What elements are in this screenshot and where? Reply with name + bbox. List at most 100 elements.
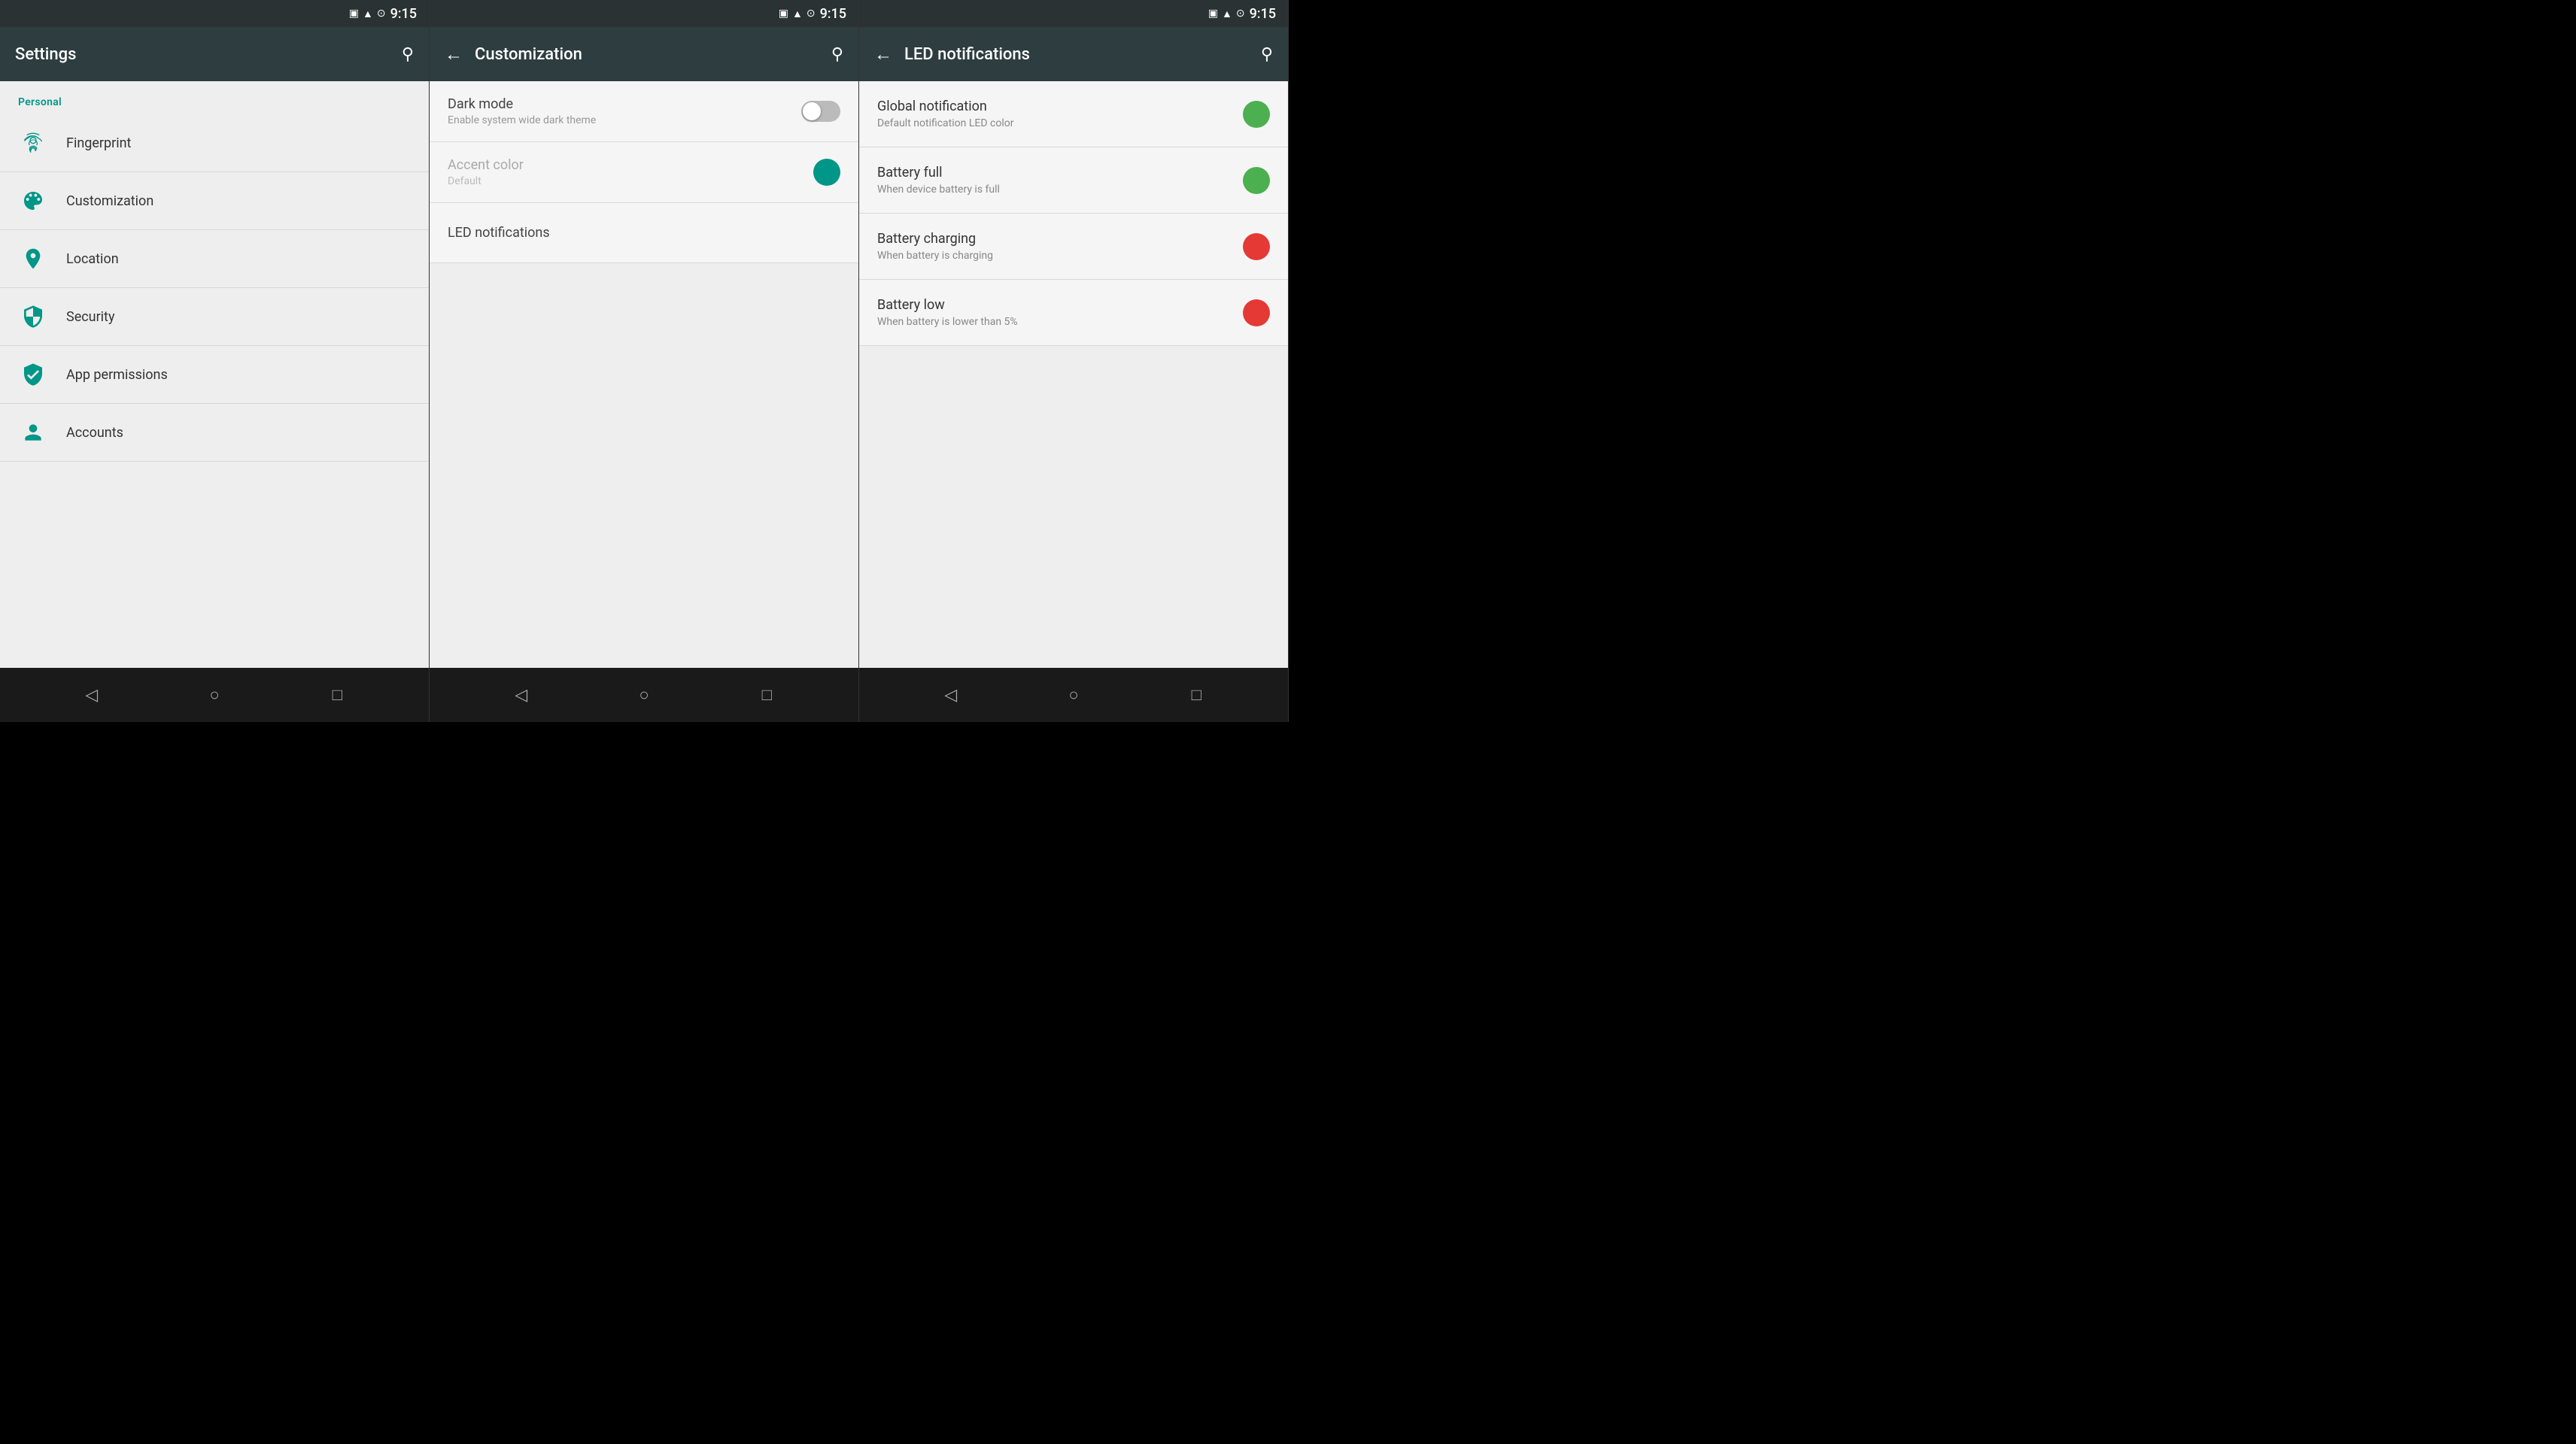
dark-mode-toggle-thumb (803, 102, 821, 120)
settings-top-bar: Settings ⚲ (0, 27, 429, 81)
battery-icon-3: ⊙ (1236, 8, 1245, 20)
led-top-bar: ← LED notifications ⚲ (859, 27, 1288, 81)
app-permissions-label: App permissions (66, 367, 168, 383)
accounts-icon (18, 417, 48, 447)
led-notifications-text: LED notifications (448, 225, 550, 241)
personal-section-label: Personal (0, 81, 429, 114)
global-notification-title: Global notification (877, 99, 1013, 114)
led-search-button[interactable]: ⚲ (1261, 45, 1273, 64)
dark-mode-toggle[interactable] (801, 101, 840, 122)
battery-full-subtitle: When device battery is full (877, 184, 1000, 196)
battery-charging-title: Battery charging (877, 231, 993, 247)
nav-bar-1: ◁ ○ □ (0, 668, 429, 722)
time-display-1: 9:15 (390, 6, 417, 22)
time-display-3: 9:15 (1250, 6, 1276, 22)
image-icon-3: ▣ (1208, 8, 1218, 20)
sidebar-item-security[interactable]: Security (0, 288, 429, 346)
led-back-button[interactable]: ← (874, 44, 892, 65)
led-notifications-row[interactable]: LED notifications (430, 203, 858, 263)
back-button-1[interactable]: ◁ (73, 676, 111, 714)
accent-color-title: Accent color (448, 157, 524, 173)
customization-top-bar: ← Customization ⚲ (430, 27, 858, 81)
dark-mode-subtitle: Enable system wide dark theme (448, 114, 596, 126)
status-icons-3: ▣ ▲ ⊙ (1208, 8, 1245, 20)
dark-mode-text: Dark mode Enable system wide dark theme (448, 96, 596, 126)
battery-low-text: Battery low When battery is lower than 5… (877, 297, 1018, 328)
home-button-2[interactable]: ○ (625, 676, 663, 714)
battery-low-led[interactable] (1243, 299, 1270, 326)
dark-mode-title: Dark mode (448, 96, 596, 112)
led-content: Global notification Default notification… (859, 81, 1288, 668)
fingerprint-icon (18, 128, 48, 158)
battery-charging-text: Battery charging When battery is chargin… (877, 231, 993, 262)
accent-color-text: Accent color Default (448, 157, 524, 187)
security-icon (18, 302, 48, 332)
time-display-2: 9:15 (820, 6, 846, 22)
settings-content: Personal Fingerprint Customization Locat… (0, 81, 429, 668)
accent-color-dot[interactable] (813, 159, 840, 186)
recents-button-3[interactable]: □ (1177, 676, 1215, 714)
signal-icon-3: ▲ (1222, 8, 1232, 20)
settings-search-button[interactable]: ⚲ (402, 45, 414, 64)
sidebar-item-accounts[interactable]: Accounts (0, 404, 429, 462)
dark-mode-row[interactable]: Dark mode Enable system wide dark theme (430, 81, 858, 142)
battery-charging-subtitle: When battery is charging (877, 250, 993, 262)
status-bar-1: ▣ ▲ ⊙ 9:15 (0, 0, 429, 27)
settings-title: Settings (15, 45, 390, 64)
back-button-3[interactable]: ◁ (932, 676, 970, 714)
global-notification-subtitle: Default notification LED color (877, 117, 1013, 129)
customization-title: Customization (475, 45, 819, 64)
battery-full-led[interactable] (1243, 167, 1270, 194)
back-button-2[interactable]: ◁ (503, 676, 540, 714)
recents-button-2[interactable]: □ (748, 676, 785, 714)
battery-low-title: Battery low (877, 297, 1018, 313)
security-label: Security (66, 309, 114, 325)
accent-color-row[interactable]: Accent color Default (430, 142, 858, 203)
nav-bar-3: ◁ ○ □ (859, 668, 1288, 722)
global-notification-text: Global notification Default notification… (877, 99, 1013, 129)
led-notifications-title: LED notifications (448, 225, 550, 241)
battery-charging-led[interactable] (1243, 233, 1270, 260)
customization-back-button[interactable]: ← (445, 44, 463, 65)
sidebar-item-location[interactable]: Location (0, 230, 429, 288)
accounts-label: Accounts (66, 425, 123, 441)
customization-label: Customization (66, 193, 153, 209)
led-notifications-screen: ▣ ▲ ⊙ 9:15 ← LED notifications ⚲ Global … (859, 0, 1289, 722)
led-title: LED notifications (904, 45, 1249, 64)
settings-screen: ▣ ▲ ⊙ 9:15 Settings ⚲ Personal Fingerpri… (0, 0, 430, 722)
signal-icon: ▲ (363, 8, 373, 20)
battery-icon: ⊙ (377, 8, 386, 20)
customization-content: Dark mode Enable system wide dark theme … (430, 81, 858, 668)
battery-full-text: Battery full When device battery is full (877, 165, 1000, 196)
global-notification-row[interactable]: Global notification Default notification… (859, 81, 1288, 147)
home-button-1[interactable]: ○ (196, 676, 233, 714)
vibrate-icon: ▣ (349, 8, 359, 20)
accent-color-subtitle: Default (448, 175, 524, 187)
sidebar-item-app-permissions[interactable]: App permissions (0, 346, 429, 404)
vibrate-icon-2: ▣ (779, 8, 788, 20)
global-notification-led[interactable] (1243, 101, 1270, 128)
battery-icon-2: ⊙ (807, 8, 816, 20)
battery-low-subtitle: When battery is lower than 5% (877, 316, 1018, 328)
status-icons-2: ▣ ▲ ⊙ (779, 8, 816, 20)
location-icon (18, 244, 48, 274)
status-bar-3: ▣ ▲ ⊙ 9:15 (859, 0, 1288, 27)
status-icons-1: ▣ ▲ ⊙ (349, 8, 386, 20)
customization-icon (18, 186, 48, 216)
sidebar-item-customization[interactable]: Customization (0, 172, 429, 230)
battery-full-title: Battery full (877, 165, 1000, 180)
status-bar-2: ▣ ▲ ⊙ 9:15 (430, 0, 858, 27)
location-label: Location (66, 251, 119, 267)
recents-button-1[interactable]: □ (318, 676, 356, 714)
home-button-3[interactable]: ○ (1055, 676, 1092, 714)
battery-charging-row[interactable]: Battery charging When battery is chargin… (859, 214, 1288, 280)
app-permissions-icon (18, 359, 48, 390)
customization-screen: ▣ ▲ ⊙ 9:15 ← Customization ⚲ Dark mode E… (430, 0, 859, 722)
nav-bar-2: ◁ ○ □ (430, 668, 858, 722)
fingerprint-label: Fingerprint (66, 135, 131, 151)
signal-icon-2: ▲ (792, 8, 803, 20)
battery-low-row[interactable]: Battery low When battery is lower than 5… (859, 280, 1288, 346)
sidebar-item-fingerprint[interactable]: Fingerprint (0, 114, 429, 172)
battery-full-row[interactable]: Battery full When device battery is full (859, 147, 1288, 214)
customization-search-button[interactable]: ⚲ (831, 45, 843, 64)
